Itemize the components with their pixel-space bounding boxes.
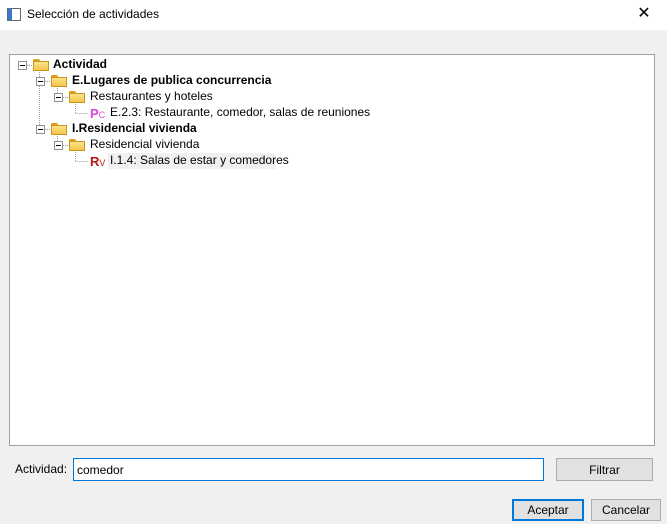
pc-badge-main: P: [90, 106, 99, 121]
tree-restaurantes-label[interactable]: Restaurantes y hoteles: [90, 89, 213, 103]
tree-expander-residencial[interactable]: [54, 141, 63, 150]
tree-item-i14-label[interactable]: I.1.4: Salas de estar y comedores: [110, 153, 289, 167]
tree-expander-group-i[interactable]: [36, 125, 45, 134]
activity-filter-input[interactable]: [73, 458, 544, 481]
folder-icon: [69, 91, 85, 103]
close-icon[interactable]: ✕: [621, 0, 667, 30]
folder-icon: [51, 123, 67, 135]
rv-badge-sub: V: [99, 158, 106, 168]
filter-button[interactable]: Filtrar: [556, 458, 653, 481]
rv-badge-main: R: [90, 154, 100, 169]
folder-icon: [51, 75, 67, 87]
activity-filter-label: Actividad:: [15, 462, 68, 476]
accept-button[interactable]: Aceptar: [512, 499, 584, 521]
tree-group-i-label[interactable]: I.Residencial vivienda: [72, 121, 197, 135]
activity-tree[interactable]: Actividad E.Lugares de publica concurren…: [9, 54, 655, 446]
folder-icon: [33, 59, 49, 71]
folder-icon: [69, 139, 85, 151]
tree-residencial-label[interactable]: Residencial vivienda: [90, 137, 199, 151]
tree-root-label[interactable]: Actividad: [53, 57, 107, 71]
rv-badge-icon: RV: [90, 154, 106, 170]
pc-badge-icon: PC: [90, 106, 106, 122]
tree-group-e-label[interactable]: E.Lugares de publica concurrencia: [72, 73, 271, 87]
tree-expander-root[interactable]: [18, 61, 27, 70]
cancel-button[interactable]: Cancelar: [591, 499, 661, 521]
title-bar: Selección de actividades ✕: [0, 0, 667, 30]
dialog-window: Selección de actividades ✕ Actividad E.L…: [0, 0, 667, 524]
tree-item-e23-label[interactable]: E.2.3: Restaurante, comedor, salas de re…: [110, 105, 370, 119]
window-app-icon: [7, 8, 21, 21]
tree-expander-group-e[interactable]: [36, 77, 45, 86]
tree-expander-restaurantes[interactable]: [54, 93, 63, 102]
pc-badge-sub: C: [98, 110, 106, 120]
window-title: Selección de actividades: [27, 7, 160, 21]
